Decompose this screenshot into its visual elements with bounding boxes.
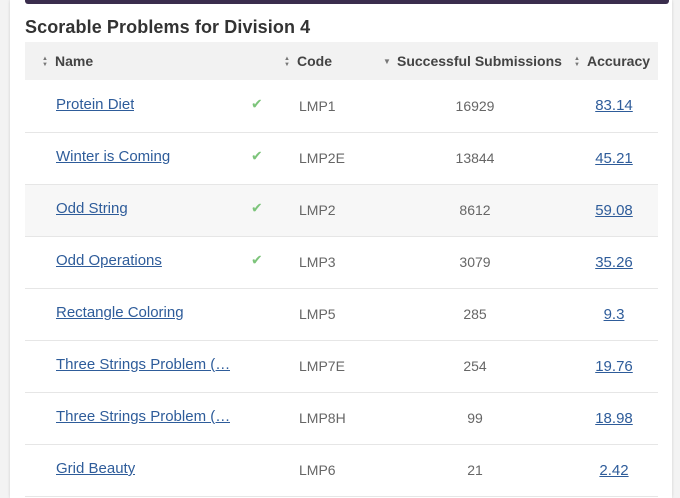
problem-accuracy-link[interactable]: 2.42 (599, 462, 628, 479)
problem-name-cell: Odd String ✔ (25, 184, 282, 236)
column-header-accuracy-label: Accuracy (587, 53, 651, 69)
problem-submissions: 285 (463, 306, 487, 322)
table-row: Odd Operations ✔ LMP3 3079 35.26 (25, 236, 658, 288)
column-header-code[interactable]: ▲ ▼ Code (282, 42, 380, 80)
problem-name-cell: Three Strings Problem (… (25, 340, 282, 392)
problem-code: LMP6 (299, 462, 336, 478)
problem-name-cell: Winter is Coming ✔ (25, 132, 282, 184)
page: Scorable Problems for Division 4 ▲ ▼ Name … (0, 0, 680, 498)
problem-accuracy-cell: 83.14 (570, 80, 658, 132)
problem-name-link[interactable]: Winter is Coming (56, 148, 170, 165)
column-header-accuracy[interactable]: ▲ ▼ Accuracy (570, 42, 658, 80)
page-title: Scorable Problems for Division 4 (25, 17, 311, 37)
problem-accuracy-link[interactable]: 19.76 (595, 358, 633, 375)
problem-accuracy-link[interactable]: 45.21 (595, 150, 633, 167)
problem-submissions: 8612 (459, 202, 491, 218)
problem-code: LMP2E (299, 150, 345, 166)
check-icon: ✔ (251, 199, 263, 216)
problem-accuracy-cell: 45.21 (570, 132, 658, 184)
problem-name-link[interactable]: Protein Diet (56, 96, 134, 113)
problem-name-cell: Odd Operations ✔ (25, 236, 282, 288)
problem-submissions: 21 (467, 462, 483, 478)
problem-name-cell: Three Strings Problem (… (25, 392, 282, 444)
problem-accuracy-cell: 2.42 (570, 444, 658, 496)
problems-panel: Scorable Problems for Division 4 ▲ ▼ Name … (10, 0, 672, 498)
sort-icon: ▲ ▼ (284, 56, 290, 69)
sort-icon: ▲ ▼ (42, 56, 48, 69)
check-icon: ✔ (251, 147, 263, 164)
problem-accuracy-link[interactable]: 9.3 (604, 306, 625, 323)
problem-submissions: 16929 (455, 97, 495, 114)
problem-accuracy-link[interactable]: 35.26 (595, 254, 633, 271)
table-row: Grid Beauty LMP6 21 2.42 (25, 444, 658, 496)
check-icon: ✔ (251, 251, 263, 268)
problem-code: LMP7E (299, 358, 345, 374)
problem-accuracy-link[interactable]: 83.14 (595, 97, 633, 114)
column-header-code-label: Code (297, 53, 332, 69)
problem-name-cell: Protein Diet ✔ (25, 80, 282, 132)
problem-submissions: 99 (467, 410, 483, 426)
table-row: Three Strings Problem (… LMP7E 254 19.76 (25, 340, 658, 392)
problem-code: LMP3 (299, 254, 336, 270)
problem-name-link[interactable]: Three Strings Problem (… (56, 356, 230, 373)
column-header-name[interactable]: ▲ ▼ Name (25, 42, 282, 80)
sort-icon: ▲ ▼ (574, 56, 580, 69)
sort-desc-icon: ▼ (383, 57, 391, 67)
problems-table: ▲ ▼ Name ▲ ▼ Code ▼ Successful Submissions ▲ ▼… (25, 42, 658, 497)
problem-accuracy-cell: 59.08 (570, 184, 658, 236)
problem-accuracy-cell: 9.3 (570, 288, 658, 340)
column-header-submissions[interactable]: ▼ Successful Submissions (380, 42, 570, 80)
table-header-row: ▲ ▼ Name ▲ ▼ Code ▼ Successful Submissions ▲ ▼… (25, 42, 658, 80)
check-icon: ✔ (251, 95, 263, 112)
table-row: Winter is Coming ✔ LMP2E 13844 45.21 (25, 132, 658, 184)
table-row: Odd String ✔ LMP2 8612 59.08 (25, 184, 658, 236)
header-bar (25, 0, 669, 4)
problem-name-link[interactable]: Rectangle Coloring (56, 304, 184, 321)
problem-accuracy-cell: 18.98 (570, 392, 658, 444)
problem-accuracy-link[interactable]: 18.98 (595, 410, 633, 427)
problem-accuracy-cell: 19.76 (570, 340, 658, 392)
problem-code: LMP8H (299, 410, 346, 426)
column-header-submissions-label: Successful Submissions (397, 53, 562, 69)
problem-code: LMP5 (299, 306, 336, 322)
column-header-name-label: Name (55, 53, 94, 69)
problem-name-cell: Grid Beauty (25, 444, 282, 496)
problem-accuracy-link[interactable]: 59.08 (595, 202, 633, 219)
problem-name-link[interactable]: Odd Operations (56, 252, 162, 269)
problem-submissions: 254 (463, 358, 487, 374)
problem-accuracy-cell: 35.26 (570, 236, 658, 288)
problem-name-link[interactable]: Odd String (56, 200, 128, 217)
problem-name-cell: Rectangle Coloring (25, 288, 282, 340)
problem-submissions: 3079 (459, 254, 491, 270)
problem-submissions: 13844 (455, 150, 495, 166)
problem-name-link[interactable]: Three Strings Problem (… (56, 408, 230, 425)
table-row: Rectangle Coloring LMP5 285 9.3 (25, 288, 658, 340)
table-row: Three Strings Problem (… LMP8H 99 18.98 (25, 392, 658, 444)
problem-code: LMP1 (299, 97, 336, 114)
table-row: Protein Diet ✔ LMP1 16929 83.14 (25, 80, 658, 132)
problem-name-link[interactable]: Grid Beauty (56, 460, 135, 477)
problem-code: LMP2 (299, 202, 336, 218)
